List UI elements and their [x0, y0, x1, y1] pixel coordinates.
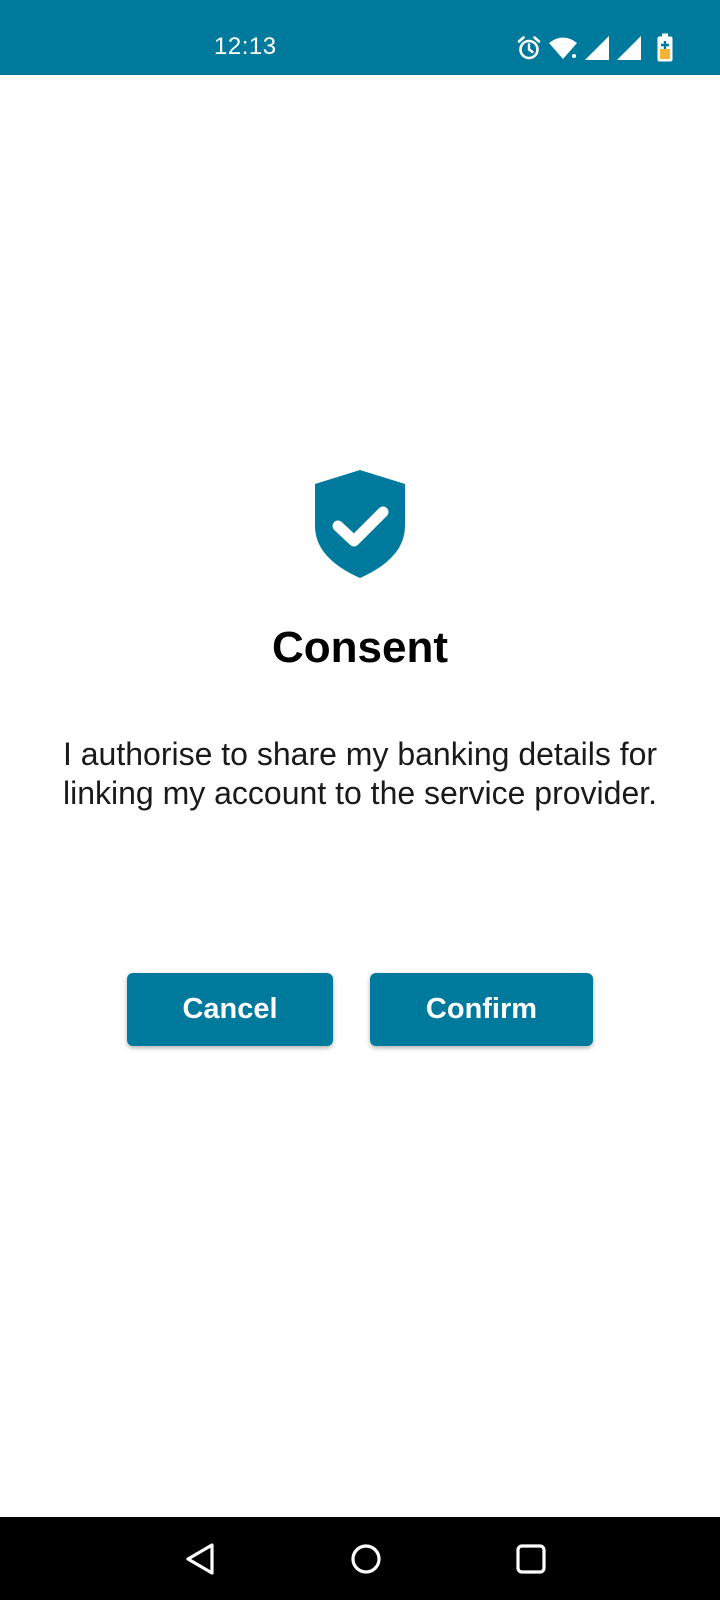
status-time: 12:13: [214, 33, 277, 60]
signal-icon: [585, 36, 609, 60]
navigation-bar: [0, 1517, 720, 1600]
confirm-button[interactable]: Confirm: [370, 973, 593, 1046]
signal-icon: [617, 36, 641, 60]
consent-message: I authorise to share my banking details …: [62, 736, 658, 811]
back-icon[interactable]: [180, 1537, 224, 1581]
status-bar: 12:13: [0, 0, 720, 75]
shield-check-icon: [315, 470, 405, 578]
battery-charging-icon: [657, 33, 673, 62]
status-icons: [510, 32, 680, 64]
home-icon[interactable]: [344, 1537, 388, 1581]
alarm-icon: [517, 36, 541, 60]
page-title: Consent: [272, 623, 448, 672]
recents-icon[interactable]: [509, 1537, 553, 1581]
cancel-button[interactable]: Cancel: [127, 973, 333, 1046]
consent-screen: Consent I authorise to share my banking …: [0, 75, 720, 1517]
wifi-icon: [549, 37, 577, 59]
